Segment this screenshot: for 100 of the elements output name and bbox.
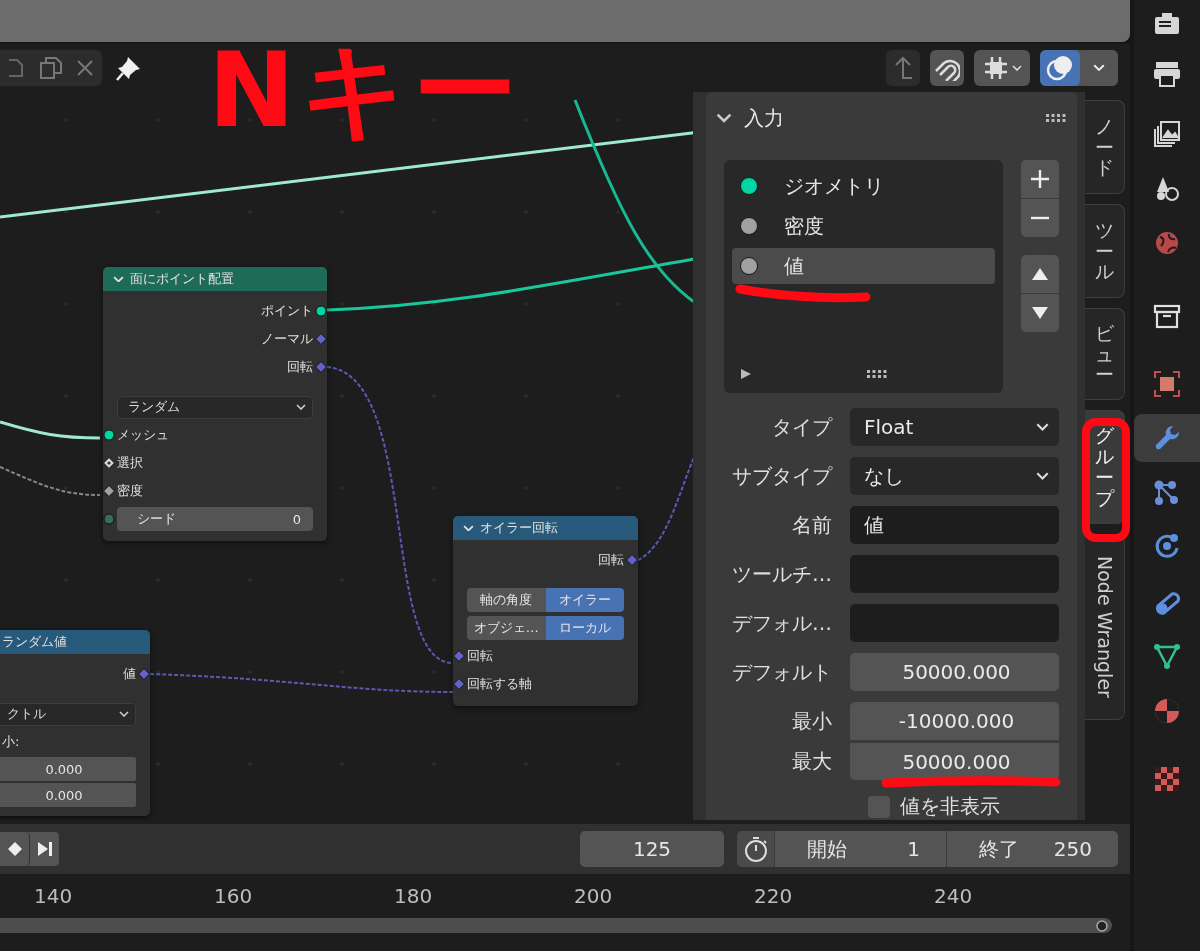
add-button[interactable]	[1021, 160, 1059, 198]
mode-toggle[interactable]: オイラー	[545, 588, 624, 612]
stopwatch-icon[interactable]	[737, 831, 774, 867]
socket-label: メッシュ	[117, 426, 169, 444]
start-frame-field[interactable]: 開始 1	[774, 831, 946, 867]
type-dropdown[interactable]: なし	[850, 457, 1059, 495]
socket-label: 値	[123, 665, 136, 683]
frame-tick-label: 220	[754, 884, 794, 908]
property-label: タイプ	[771, 413, 834, 441]
magnet-icon[interactable]	[930, 50, 964, 86]
socket-label: 回転	[467, 647, 493, 665]
triangle-mesh-icon	[1152, 641, 1182, 671]
chevron-down-icon	[1093, 64, 1105, 72]
node-header[interactable]: オイラー回転	[453, 516, 638, 540]
checker-texture-icon	[1152, 764, 1182, 794]
property-label: デフォルト	[731, 658, 833, 686]
socket-label: 密度	[117, 482, 143, 500]
remove-button[interactable]	[1021, 199, 1059, 237]
number-field[interactable]: 50000.000	[850, 653, 1059, 691]
node-title: 面にポイント配置	[130, 270, 234, 288]
checkbox-label: 値を非表示	[900, 793, 1000, 820]
frame-tick-label: 180	[394, 884, 434, 908]
socket-label: 回転する軸	[467, 675, 532, 693]
node-title: ランダム値	[2, 633, 67, 651]
image-stack-icon	[1152, 119, 1182, 149]
triangle-up-icon	[1031, 267, 1049, 281]
socket-list-item[interactable]: ジオメトリ	[732, 168, 995, 204]
sidebar-tab[interactable]: ツール	[1085, 204, 1125, 298]
node-header[interactable]: ランダム値	[0, 630, 150, 654]
socket-list-item[interactable]: 密度	[732, 208, 995, 244]
sidebar-tab[interactable]: Node Wrangler	[1085, 534, 1125, 720]
timeline-scrollbar[interactable]	[0, 918, 1112, 933]
node-editor-canvas[interactable]	[0, 44, 1130, 820]
chevron-down-icon	[119, 711, 129, 717]
chevron-down-icon	[463, 524, 474, 532]
node-title: オイラー回転	[480, 519, 558, 537]
property-label: 最小	[791, 707, 833, 735]
property-label: デフォル…	[731, 609, 833, 637]
mode-toggle[interactable]: ローカル	[545, 616, 624, 640]
node-card[interactable]: ランダム値 値 クトル 小: 0.000 0.000	[0, 630, 150, 816]
plus-icon	[1030, 169, 1050, 189]
type-dropdown[interactable]: Float	[850, 408, 1059, 446]
grip-icon[interactable]	[866, 369, 888, 379]
overlay-toggle-button[interactable]	[1040, 50, 1080, 86]
move-down-button[interactable]	[1021, 294, 1059, 332]
minus-icon	[1030, 216, 1050, 220]
frame-tick-label: 200	[574, 884, 614, 908]
socket-diamond-icon[interactable]	[103, 457, 115, 469]
snap-grid-dropdown[interactable]	[974, 50, 1030, 86]
move-up-button[interactable]	[1021, 255, 1059, 293]
input-field[interactable]: 値	[850, 506, 1059, 544]
grid-snap-icon	[982, 54, 1010, 82]
frame-tick-label: 160	[214, 884, 254, 908]
socket-circle-icon[interactable]	[103, 429, 115, 441]
node-card[interactable]: オイラー回転 回転 軸の角度 オイラー オブジェ… ローカル 回転 回転する軸	[453, 516, 638, 706]
mode-toggle[interactable]: 軸の角度	[467, 588, 546, 612]
socket-label: ノーマル	[261, 330, 313, 348]
current-frame-field[interactable]: 125	[580, 831, 724, 867]
node-card[interactable]: 面にポイント配置 ポイント ノーマル 回転 ランダム メッシュ 選択 密度 シード 0	[103, 267, 327, 541]
chevron-down-icon	[113, 275, 124, 283]
object-square-icon	[1152, 369, 1182, 399]
mode-toggle[interactable]: オブジェ…	[467, 616, 546, 640]
chevron-down-icon	[1036, 423, 1049, 431]
overlapping-circles-icon	[1045, 53, 1075, 83]
checkbox[interactable]	[868, 795, 890, 818]
value-field[interactable]: 0.000	[0, 783, 136, 807]
socket-label: ポイント	[261, 302, 313, 320]
input-field[interactable]	[850, 555, 1059, 593]
frame-tick-label: 140	[34, 884, 74, 908]
scroll-handle-icon[interactable]	[1096, 919, 1108, 932]
number-field[interactable]: -10000.000	[850, 702, 1059, 740]
value-field[interactable]: 0.000	[0, 757, 136, 781]
input-field[interactable]	[850, 604, 1059, 642]
property-label: 最大	[791, 747, 833, 775]
mode-dropdown[interactable]: ランダム	[117, 395, 313, 419]
sidebar-tab[interactable]: ビュー	[1085, 308, 1125, 400]
chevron-down-icon	[1012, 65, 1022, 71]
panel-title[interactable]: 入力	[744, 104, 784, 132]
sidebar-tab[interactable]: ノード	[1085, 100, 1125, 194]
socket-diamond-icon[interactable]	[103, 485, 115, 497]
mode-dropdown[interactable]: クトル	[0, 702, 136, 726]
printer-icon	[1152, 59, 1182, 89]
chevron-down-icon	[716, 113, 732, 123]
node-header[interactable]: 面にポイント配置	[103, 267, 327, 291]
seed-field[interactable]: シード 0	[117, 507, 313, 531]
expand-triangle-icon[interactable]	[740, 367, 752, 380]
triangle-down-icon	[1031, 306, 1049, 320]
end-frame-field[interactable]: 終了 250	[946, 831, 1118, 867]
property-label: ツールチ…	[731, 560, 833, 588]
socket-label: 回転	[287, 358, 313, 376]
material-sphere-icon	[1152, 696, 1182, 726]
chevron-down-icon	[296, 404, 306, 410]
property-label: サブタイプ	[731, 462, 834, 490]
socket-label: 選択	[117, 454, 143, 472]
socket-circle-icon[interactable]	[315, 305, 327, 317]
socket-list-item[interactable]: 値	[732, 248, 995, 284]
number-field[interactable]: 50000.000	[850, 742, 1059, 780]
property-label: 名前	[791, 511, 833, 539]
handwritten-annotation: Nキー	[208, 44, 524, 142]
grip-icon[interactable]	[1045, 113, 1067, 123]
